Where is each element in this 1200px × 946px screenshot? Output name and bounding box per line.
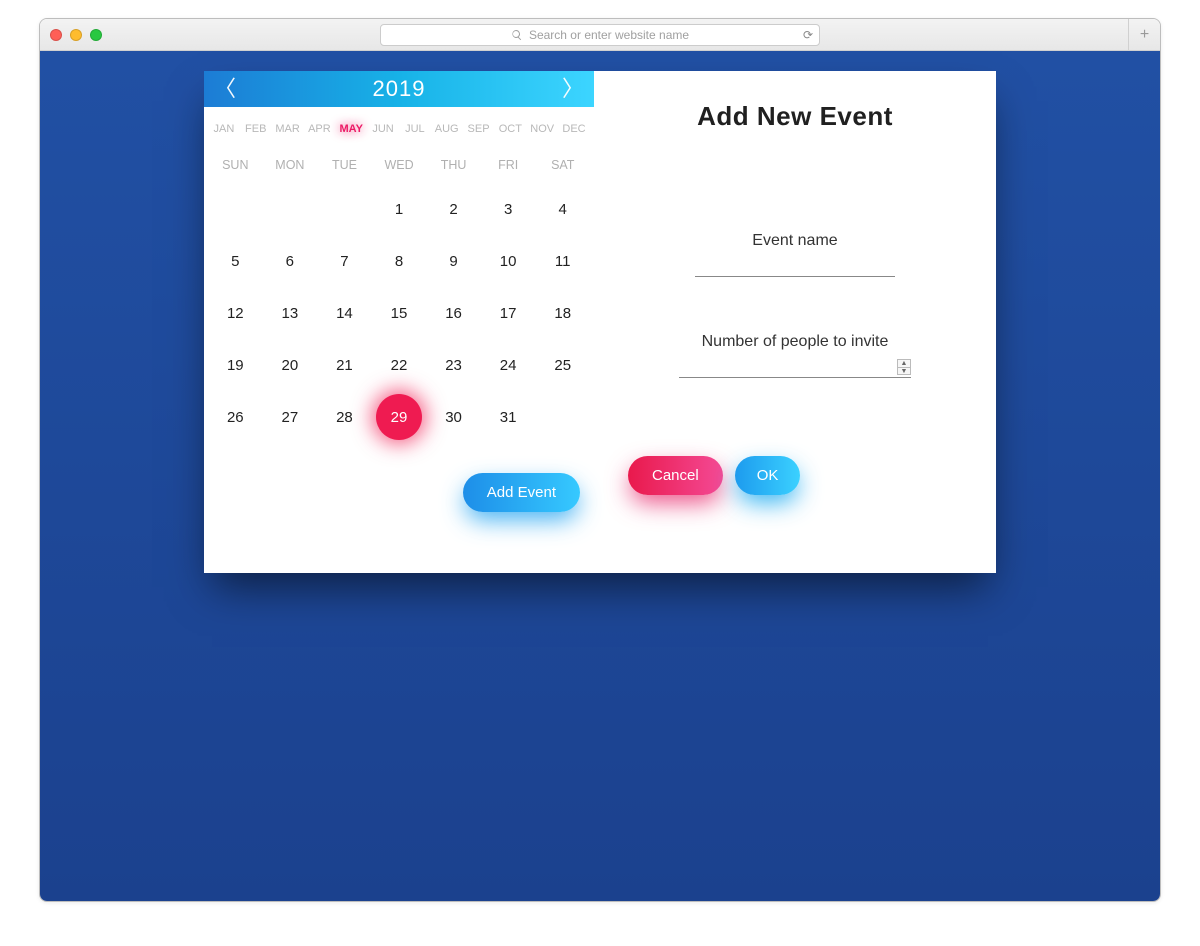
day-26[interactable]: 26 <box>208 391 263 443</box>
day-28[interactable]: 28 <box>317 391 372 443</box>
prev-year-button[interactable]: 〈 <box>214 78 236 100</box>
next-year-button[interactable]: 〉 <box>562 78 584 100</box>
day-1[interactable]: 1 <box>372 183 427 235</box>
month-may[interactable]: MAY <box>335 123 367 135</box>
day-10[interactable]: 10 <box>481 235 536 287</box>
calendar-pane: 〈 2019 〉 JANFEBMARAPRMAYJUNJULAUGSEPOCTN… <box>204 71 594 573</box>
stepper-down-icon[interactable]: ▼ <box>898 368 910 375</box>
day-31[interactable]: 31 <box>481 391 536 443</box>
quantity-stepper[interactable]: ▲ ▼ <box>897 359 911 375</box>
window-controls <box>50 29 102 41</box>
month-oct[interactable]: OCT <box>494 123 526 135</box>
event-form-title: Add New Event <box>628 101 962 132</box>
month-mar[interactable]: MAR <box>272 123 304 135</box>
dialog-buttons: Cancel OK <box>628 456 962 495</box>
ok-button[interactable]: OK <box>735 456 801 495</box>
invite-count-label: Number of people to invite <box>628 333 962 351</box>
month-nov[interactable]: NOV <box>526 123 558 135</box>
year-header: 〈 2019 〉 <box>204 71 594 107</box>
new-tab-button[interactable]: + <box>1128 19 1160 51</box>
day-empty <box>317 183 372 235</box>
day-8[interactable]: 8 <box>372 235 427 287</box>
address-bar-placeholder: Search or enter website name <box>529 28 689 42</box>
weekday-sun: SUN <box>208 158 263 172</box>
address-bar[interactable]: Search or enter website name ⟳ <box>380 24 820 46</box>
close-window-button[interactable] <box>50 29 62 41</box>
month-aug[interactable]: AUG <box>431 123 463 135</box>
day-15[interactable]: 15 <box>372 287 427 339</box>
event-name-label: Event name <box>628 232 962 250</box>
weekday-mon: MON <box>263 158 318 172</box>
day-2[interactable]: 2 <box>426 183 481 235</box>
day-9[interactable]: 9 <box>426 235 481 287</box>
day-21[interactable]: 21 <box>317 339 372 391</box>
weekday-wed: WED <box>372 158 427 172</box>
day-11[interactable]: 11 <box>535 235 590 287</box>
day-16[interactable]: 16 <box>426 287 481 339</box>
day-18[interactable]: 18 <box>535 287 590 339</box>
add-event-button[interactable]: Add Event <box>463 473 580 512</box>
day-empty <box>208 183 263 235</box>
day-3[interactable]: 3 <box>481 183 536 235</box>
day-5[interactable]: 5 <box>208 235 263 287</box>
event-name-input[interactable] <box>695 252 895 277</box>
page-viewport: 〈 2019 〉 JANFEBMARAPRMAYJUNJULAUGSEPOCTN… <box>40 51 1160 901</box>
day-7[interactable]: 7 <box>317 235 372 287</box>
cancel-button[interactable]: Cancel <box>628 456 723 495</box>
invite-count-field: Number of people to invite ▲ ▼ <box>628 333 962 378</box>
calendar-card: 〈 2019 〉 JANFEBMARAPRMAYJUNJULAUGSEPOCTN… <box>204 71 996 573</box>
day-23[interactable]: 23 <box>426 339 481 391</box>
minimize-window-button[interactable] <box>70 29 82 41</box>
event-form-pane: Add New Event Event name Number of peopl… <box>594 71 996 573</box>
day-19[interactable]: 19 <box>208 339 263 391</box>
day-22[interactable]: 22 <box>372 339 427 391</box>
weekday-fri: FRI <box>481 158 536 172</box>
days-grid: 1234567891011121314151617181920212223242… <box>204 183 594 443</box>
day-13[interactable]: 13 <box>263 287 318 339</box>
weekday-thu: THU <box>426 158 481 172</box>
months-row: JANFEBMARAPRMAYJUNJULAUGSEPOCTNOVDEC <box>204 117 594 141</box>
day-27[interactable]: 27 <box>263 391 318 443</box>
month-dec[interactable]: DEC <box>558 123 590 135</box>
reload-icon[interactable]: ⟳ <box>803 28 813 42</box>
browser-window: Search or enter website name ⟳ + 〈 2019 … <box>39 18 1161 902</box>
day-empty <box>263 183 318 235</box>
event-name-field: Event name <box>628 232 962 277</box>
invite-count-input[interactable] <box>679 353 911 377</box>
month-sep[interactable]: SEP <box>463 123 495 135</box>
month-feb[interactable]: FEB <box>240 123 272 135</box>
day-6[interactable]: 6 <box>263 235 318 287</box>
month-apr[interactable]: APR <box>303 123 335 135</box>
month-jan[interactable]: JAN <box>208 123 240 135</box>
maximize-window-button[interactable] <box>90 29 102 41</box>
day-30[interactable]: 30 <box>426 391 481 443</box>
year-label: 2019 <box>373 76 426 102</box>
weekday-sat: SAT <box>535 158 590 172</box>
month-jun[interactable]: JUN <box>367 123 399 135</box>
weekday-tue: TUE <box>317 158 372 172</box>
day-17[interactable]: 17 <box>481 287 536 339</box>
day-12[interactable]: 12 <box>208 287 263 339</box>
weekdays-row: SUNMONTUEWEDTHUFRISAT <box>204 151 594 179</box>
day-14[interactable]: 14 <box>317 287 372 339</box>
day-20[interactable]: 20 <box>263 339 318 391</box>
month-jul[interactable]: JUL <box>399 123 431 135</box>
day-4[interactable]: 4 <box>535 183 590 235</box>
day-29[interactable]: 29 <box>372 391 427 443</box>
search-icon <box>511 29 523 41</box>
titlebar: Search or enter website name ⟳ + <box>40 19 1160 51</box>
day-24[interactable]: 24 <box>481 339 536 391</box>
stepper-up-icon[interactable]: ▲ <box>898 360 910 368</box>
day-25[interactable]: 25 <box>535 339 590 391</box>
